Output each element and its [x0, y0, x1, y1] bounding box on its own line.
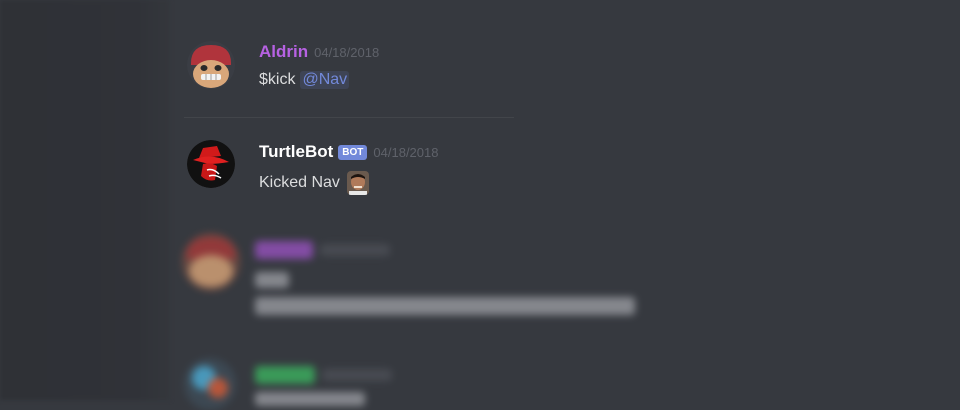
blurred-timestamp	[320, 244, 390, 256]
user-mention[interactable]: @Nav	[300, 71, 350, 89]
blurred-author-name	[255, 366, 315, 384]
message-text: $kick	[259, 71, 296, 88]
author-name[interactable]: Aldrin	[259, 42, 308, 62]
nav-face-emoji	[346, 171, 369, 195]
chat-messages-area: Aldrin 04/18/2018 $kick @Nav TurtleBot B…	[170, 0, 960, 410]
timestamp: 04/18/2018	[314, 45, 380, 60]
bot-tag: BOT	[338, 145, 368, 160]
sidebar-blurred	[0, 0, 170, 400]
message-text: Kicked Nav	[259, 174, 340, 191]
message-group-divider	[184, 117, 514, 118]
blurred-text-line	[255, 392, 365, 406]
red-hat-character-avatar[interactable]	[187, 41, 235, 89]
message-content: Kicked Nav	[259, 171, 369, 195]
blurred-author-name	[255, 241, 313, 259]
message-header: TurtleBot BOT 04/18/2018	[259, 142, 438, 162]
message-content: $kick @Nav	[259, 71, 350, 89]
message-header: Aldrin 04/18/2018	[259, 42, 379, 62]
timestamp: 04/18/2018	[373, 145, 439, 160]
red-top-hat-logo-avatar[interactable]	[187, 140, 235, 188]
blurred-text-line	[255, 297, 635, 315]
red-hat-character-avatar	[182, 233, 240, 291]
blue-character-avatar	[184, 358, 236, 410]
author-name[interactable]: TurtleBot	[259, 142, 333, 162]
blurred-timestamp	[322, 369, 392, 381]
blurred-text-line	[255, 272, 289, 288]
